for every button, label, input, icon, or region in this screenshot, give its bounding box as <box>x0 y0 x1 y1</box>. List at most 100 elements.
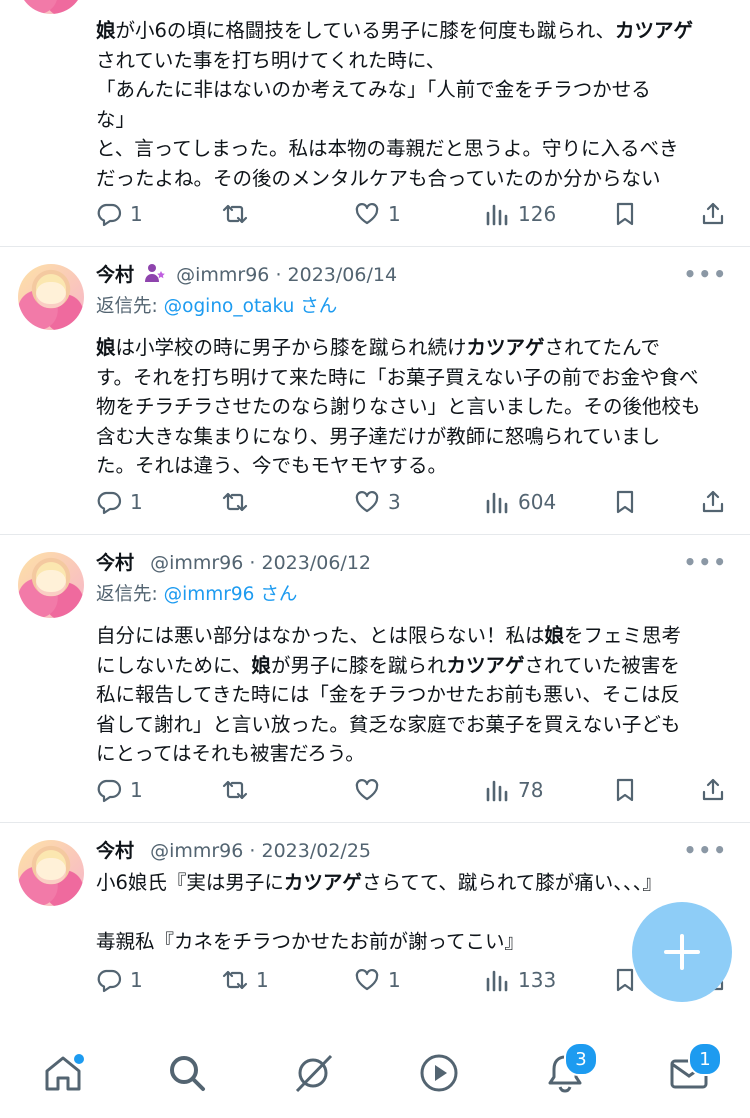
reply-count: 1 <box>130 778 143 802</box>
bold-text: 娘 <box>96 19 116 42</box>
views-count: 78 <box>518 778 544 802</box>
more-icon[interactable]: ••• <box>684 550 728 574</box>
like-icon <box>354 201 380 227</box>
author-handle[interactable]: @immr96 <box>176 264 269 286</box>
retweet-count: 1 <box>256 968 269 992</box>
author-name[interactable]: 今村 <box>96 840 134 862</box>
retweet-icon <box>222 489 248 515</box>
reply-context: 返信先: @ogino_otaku さん <box>96 294 337 320</box>
author-handle[interactable]: @immr96 <box>150 840 243 862</box>
home-unread-dot <box>74 1054 84 1064</box>
bold-text: カツアゲ <box>615 19 694 42</box>
reply-icon <box>96 967 122 993</box>
retweet-button[interactable]: 1 <box>222 967 269 993</box>
tweet-header: 今村 @immr96 · 2023/02/25 <box>96 838 371 864</box>
nav-messages[interactable]: 1 <box>664 1042 722 1098</box>
nav-grok[interactable] <box>288 1048 338 1098</box>
reply-prefix: 返信先: <box>96 584 164 605</box>
reply-icon <box>96 201 122 227</box>
reply-button[interactable]: 1 <box>96 777 143 803</box>
bookmark-button[interactable] <box>612 777 638 803</box>
reply-mention[interactable]: @immr96 <box>164 584 255 605</box>
body-text: が男子に膝を蹴られ <box>270 653 447 677</box>
tweet-actions: 1 1 1 133 <box>96 967 728 999</box>
notifications-badge: 3 <box>564 1042 598 1076</box>
retweet-button[interactable] <box>222 489 256 515</box>
compose-button[interactable] <box>632 902 732 1002</box>
share-button[interactable] <box>700 777 726 803</box>
divider <box>0 246 750 247</box>
video-icon <box>420 1054 458 1092</box>
avatar[interactable] <box>18 840 84 906</box>
reply-button[interactable]: 1 <box>96 489 143 515</box>
bottom-nav: 3 1 <box>0 1030 750 1118</box>
nav-video[interactable] <box>414 1048 464 1098</box>
bookmark-button[interactable] <box>612 489 638 515</box>
nav-notifications[interactable]: 3 <box>540 1042 598 1098</box>
avatar[interactable] <box>18 552 84 618</box>
tweet-date[interactable]: · 2023/02/25 <box>249 840 371 862</box>
share-icon <box>700 489 726 515</box>
share-icon <box>700 201 726 227</box>
author-name[interactable]: 今村 <box>96 552 134 574</box>
tweet-actions: 1 3 604 <box>96 489 728 521</box>
nav-search[interactable] <box>162 1048 212 1098</box>
reply-count: 1 <box>130 490 143 514</box>
more-icon[interactable]: ••• <box>684 262 728 286</box>
tweet-actions: 1 78 <box>96 777 728 809</box>
like-button[interactable]: 1 <box>354 201 401 227</box>
body-text: は小学校の時に男子から膝を蹴られ続け <box>115 336 467 359</box>
views-button[interactable]: 604 <box>484 489 556 515</box>
reply-button[interactable]: 1 <box>96 967 143 993</box>
reply-button[interactable]: 1 <box>96 201 143 227</box>
views-button[interactable]: 78 <box>484 777 543 803</box>
retweet-icon <box>222 967 248 993</box>
retweet-button[interactable] <box>222 777 256 803</box>
tweet-header: 今村 @immr96 · 2023/06/14 <box>96 262 397 291</box>
tweet-date[interactable]: · 2023/06/12 <box>249 552 371 574</box>
like-button[interactable] <box>354 777 388 803</box>
tweet-date[interactable]: · 2023/06/14 <box>275 264 397 286</box>
body-text: 自分には悪い部分はなかった、とは限らない！私は <box>96 624 545 647</box>
bookmark-button[interactable] <box>612 967 638 993</box>
author-handle[interactable]: @immr96 <box>150 552 243 574</box>
tweet-body: 自分には悪い部分はなかった、とは限らない！私は娘をフェミ思考 にしないために、娘… <box>96 621 728 769</box>
tweet-body: 娘が小6の頃に格闘技をしている男子に膝を何度も蹴られ、カツアゲ されていた事を打… <box>96 16 728 193</box>
tweet-actions: 1 1 126 <box>96 201 728 233</box>
views-count: 126 <box>518 202 557 226</box>
views-count: 133 <box>518 968 557 992</box>
author-name[interactable]: 今村 <box>96 264 134 286</box>
bold-text: 娘 <box>96 336 116 359</box>
like-count: 1 <box>388 202 401 226</box>
reply-count: 1 <box>130 968 143 992</box>
reply-mention[interactable]: @ogino_otaku <box>164 296 295 317</box>
bold-text: 娘 <box>544 624 565 647</box>
like-button[interactable]: 1 <box>354 967 401 993</box>
tweet-body: 娘は小学校の時に男子から膝を蹴られ続けカツアゲされてたんで す。それを打ち明けて… <box>96 333 728 481</box>
bold-text: カツアゲ <box>446 653 525 677</box>
bookmark-icon <box>612 967 638 993</box>
more-icon[interactable]: ••• <box>684 838 728 862</box>
reply-context: 返信先: @immr96 さん <box>96 582 297 608</box>
female-purple-icon <box>144 262 166 291</box>
avatar[interactable] <box>18 0 84 14</box>
retweet-button[interactable] <box>222 201 256 227</box>
bookmark-button[interactable] <box>612 201 638 227</box>
reply-count: 1 <box>130 202 143 226</box>
share-button[interactable] <box>700 201 726 227</box>
bold-text: 娘 <box>251 653 271 677</box>
reply-icon <box>96 489 122 515</box>
reply-icon <box>96 777 122 803</box>
like-icon <box>354 967 380 993</box>
bookmark-icon <box>612 489 638 515</box>
share-button[interactable] <box>700 489 726 515</box>
views-icon <box>484 489 510 515</box>
views-button[interactable]: 133 <box>484 967 556 993</box>
views-button[interactable]: 126 <box>484 201 556 227</box>
divider <box>0 534 750 535</box>
reply-prefix: 返信先: <box>96 296 164 317</box>
like-button[interactable]: 3 <box>354 489 401 515</box>
body-text: が小6の頃に格闘技をしている男子に膝を何度も蹴られ、 <box>115 19 616 42</box>
nav-home[interactable] <box>38 1048 88 1098</box>
avatar[interactable] <box>18 264 84 330</box>
